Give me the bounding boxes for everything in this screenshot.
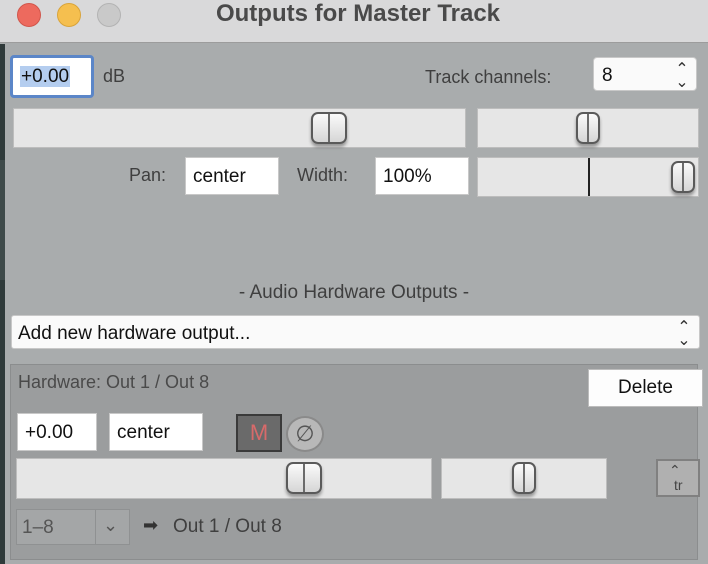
- arrow-right-icon: ➡: [143, 515, 159, 535]
- width-value: 100%: [383, 166, 432, 187]
- width-center-marker: [588, 158, 590, 196]
- left-edge-strip: [0, 44, 5, 564]
- width-slider[interactable]: [477, 157, 699, 197]
- phase-invert-button[interactable]: ∅: [286, 416, 324, 452]
- window-title: Outputs for Master Track: [215, 0, 501, 27]
- up-down-chevron-icon: ⌃ ⌄: [675, 61, 689, 91]
- pan-value: center: [193, 166, 246, 187]
- output-pan-slider-handle[interactable]: [512, 462, 536, 494]
- output-volume-slider-handle[interactable]: [286, 462, 322, 494]
- volume-slider-handle[interactable]: [311, 112, 347, 144]
- output-volume-input[interactable]: +0.00: [17, 413, 97, 451]
- output-pan-value: center: [117, 422, 170, 443]
- output-volume-slider[interactable]: [16, 458, 432, 499]
- mute-button[interactable]: M: [236, 414, 282, 452]
- master-volume-value: +0.00: [20, 66, 71, 87]
- track-channels-label: Track channels:: [425, 67, 552, 87]
- up-down-chevron-icon: ⌃ ⌄: [677, 319, 691, 349]
- volume-unit-label: dB: [103, 66, 126, 86]
- hardware-output-title: Hardware: Out 1 / Out 8: [18, 372, 210, 392]
- select-divider: [95, 510, 96, 544]
- hardware-outputs-heading: - Audio Hardware Outputs -: [238, 282, 470, 303]
- chevron-down-icon: ⌄: [103, 515, 119, 535]
- width-slider-handle[interactable]: [671, 161, 695, 193]
- pan-slider-handle[interactable]: [576, 112, 600, 144]
- track-channels-select[interactable]: 8 ⌃ ⌄: [593, 57, 697, 91]
- master-pan-slider[interactable]: [477, 108, 699, 148]
- pan-label: Pan:: [129, 165, 167, 185]
- tr-label: tr: [674, 477, 683, 493]
- channel-range-select[interactable]: 1–8 ⌄: [16, 509, 130, 545]
- pan-input[interactable]: center: [185, 157, 279, 195]
- outputs-window: Outputs for Master Track +0.00 dB Track …: [0, 0, 708, 564]
- master-volume-input[interactable]: +0.00: [10, 55, 94, 98]
- master-volume-slider[interactable]: [13, 108, 466, 148]
- width-label: Width:: [297, 165, 349, 185]
- left-edge-strip-dark: [0, 160, 5, 280]
- delete-output-button[interactable]: Delete: [588, 369, 703, 407]
- channel-range-value: 1–8: [22, 517, 54, 538]
- output-pan-slider[interactable]: [441, 458, 607, 499]
- output-volume-value: +0.00: [25, 422, 74, 443]
- width-input[interactable]: 100%: [375, 157, 469, 195]
- route-tr-button[interactable]: ⌃ tr: [656, 459, 700, 497]
- add-output-placeholder: Add new hardware output...: [18, 323, 251, 344]
- add-hardware-output-select[interactable]: Add new hardware output... ⌃ ⌄: [11, 315, 700, 349]
- output-pan-input[interactable]: center: [109, 413, 203, 451]
- output-destination: Out 1 / Out 8: [173, 516, 282, 537]
- title-bar: Outputs for Master Track: [0, 0, 708, 43]
- track-channels-value: 8: [602, 65, 613, 86]
